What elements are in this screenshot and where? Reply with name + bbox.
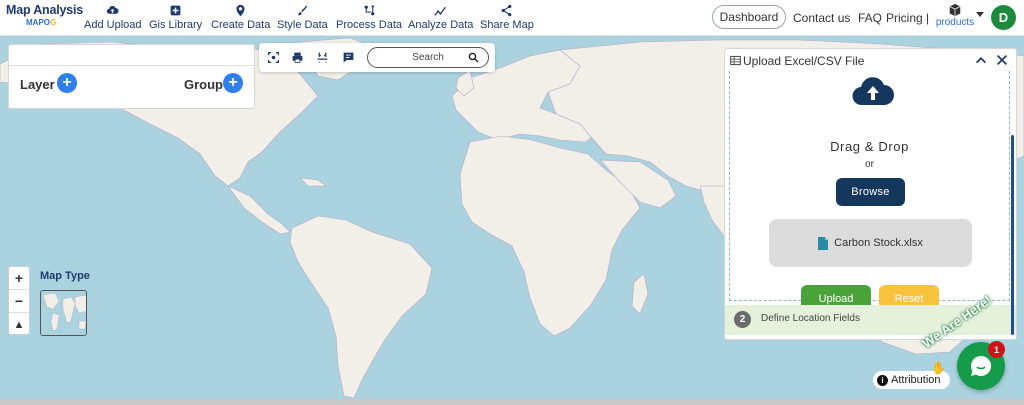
map-thumbnail-image (41, 291, 86, 335)
contact-link[interactable]: Contact us (793, 11, 850, 25)
reset-north-button[interactable]: ▲ (9, 313, 29, 336)
layer-panel: Layer + Group + (8, 44, 255, 109)
user-avatar[interactable]: D (991, 5, 1016, 30)
spreadsheet-icon (730, 55, 741, 66)
plus-icon: + (228, 74, 238, 91)
browse-button[interactable]: Browse (836, 178, 905, 206)
nav-style-data[interactable]: Style Data (277, 4, 328, 31)
selected-file: Carbon Stock.xlsx (769, 219, 972, 267)
nav-label: Gis Library (149, 19, 203, 31)
notification-badge: 1 (988, 341, 1005, 358)
library-plus-icon (170, 5, 181, 16)
upload-panel-title: Upload Excel/CSV File (743, 54, 865, 68)
nav-label: Style Data (277, 19, 328, 31)
nav-share-map[interactable]: Share Map (480, 4, 534, 31)
upload-panel: Upload Excel/CSV File Drag & Drop or Bro… (724, 48, 1017, 340)
step-number: 2 (734, 311, 751, 328)
file-dropzone[interactable]: Drag & Drop or Browse Carbon Stock.xlsx … (729, 71, 1010, 312)
group-label: Group (184, 77, 223, 92)
share-icon (502, 4, 512, 17)
nav-analyze-data[interactable]: Analyze Data (408, 4, 473, 31)
chevron-down-icon[interactable] (976, 12, 984, 17)
or-text: or (865, 159, 874, 170)
products-menu[interactable]: products (935, 3, 975, 28)
measure-icon[interactable] (316, 51, 329, 64)
process-icon (364, 5, 374, 16)
nav-label: Analyze Data (408, 19, 474, 31)
products-label: products (935, 17, 975, 28)
comment-icon[interactable] (342, 51, 355, 64)
map-toolbar: Search (259, 43, 495, 72)
cube-icon (949, 3, 961, 17)
map-pin-icon (236, 4, 245, 17)
nav-label: Share Map (480, 19, 534, 31)
nav-add-upload[interactable]: Add Upload (84, 4, 142, 31)
faq-link[interactable]: FAQ (858, 11, 882, 25)
map-type-label: Map Type (40, 270, 90, 282)
map-type-thumbnail[interactable] (40, 290, 87, 336)
map-bottom-strip (0, 399, 1024, 405)
panel-scrollbar[interactable] (1011, 135, 1014, 335)
waving-hand-icon: ✋ (931, 361, 946, 375)
file-name: Carbon Stock.xlsx (834, 237, 923, 249)
drag-drop-text: Drag & Drop (830, 139, 909, 154)
top-navbar: Map Analysis MAPOG Add Upload Gis Librar… (0, 0, 1024, 36)
chat-bubble-icon (971, 355, 992, 376)
nav-label: Create Data (211, 19, 271, 31)
zoom-controls: + − ▲ (8, 266, 30, 335)
nav-create-data[interactable]: Create Data (211, 4, 270, 31)
search-placeholder: Search (412, 52, 444, 63)
plus-icon: + (62, 74, 72, 91)
layer-label: Layer (20, 77, 55, 92)
file-icon (818, 236, 829, 250)
search-icon[interactable] (468, 52, 479, 63)
zoom-in-button[interactable]: + (9, 267, 29, 290)
brand-subtitle: MAPOG (26, 18, 57, 27)
attribution-label: Attribution (891, 374, 941, 386)
nav-process-data[interactable]: Process Data (336, 4, 402, 31)
dashboard-button[interactable]: Dashboard (712, 5, 786, 29)
nav-gis-library[interactable]: Gis Library (149, 4, 202, 31)
print-icon[interactable] (291, 51, 304, 64)
zoom-out-button[interactable]: − (9, 290, 29, 313)
fullscreen-icon[interactable] (267, 51, 280, 64)
nav-label: Add Upload (84, 19, 142, 31)
add-layer-button[interactable]: + (57, 73, 77, 93)
analyze-icon (434, 6, 447, 16)
chevron-up-icon[interactable] (974, 53, 988, 67)
close-icon[interactable] (995, 53, 1009, 67)
cloud-upload-icon (852, 77, 894, 106)
step-label: Define Location Fields (761, 313, 860, 324)
paint-brush-icon (298, 5, 308, 16)
brand-title: Map Analysis (6, 3, 84, 17)
cloud-upload-icon (107, 5, 119, 14)
info-icon: i (877, 374, 888, 386)
search-input[interactable]: Search (367, 47, 489, 68)
brand-logo[interactable]: Map Analysis MAPOG (6, 3, 84, 27)
pricing-link[interactable]: Pricing | (886, 11, 929, 25)
add-group-button[interactable]: + (223, 73, 243, 93)
upload-panel-header: Upload Excel/CSV File (725, 49, 1016, 73)
panel-divider (9, 65, 254, 66)
nav-label: Process Data (336, 19, 403, 31)
